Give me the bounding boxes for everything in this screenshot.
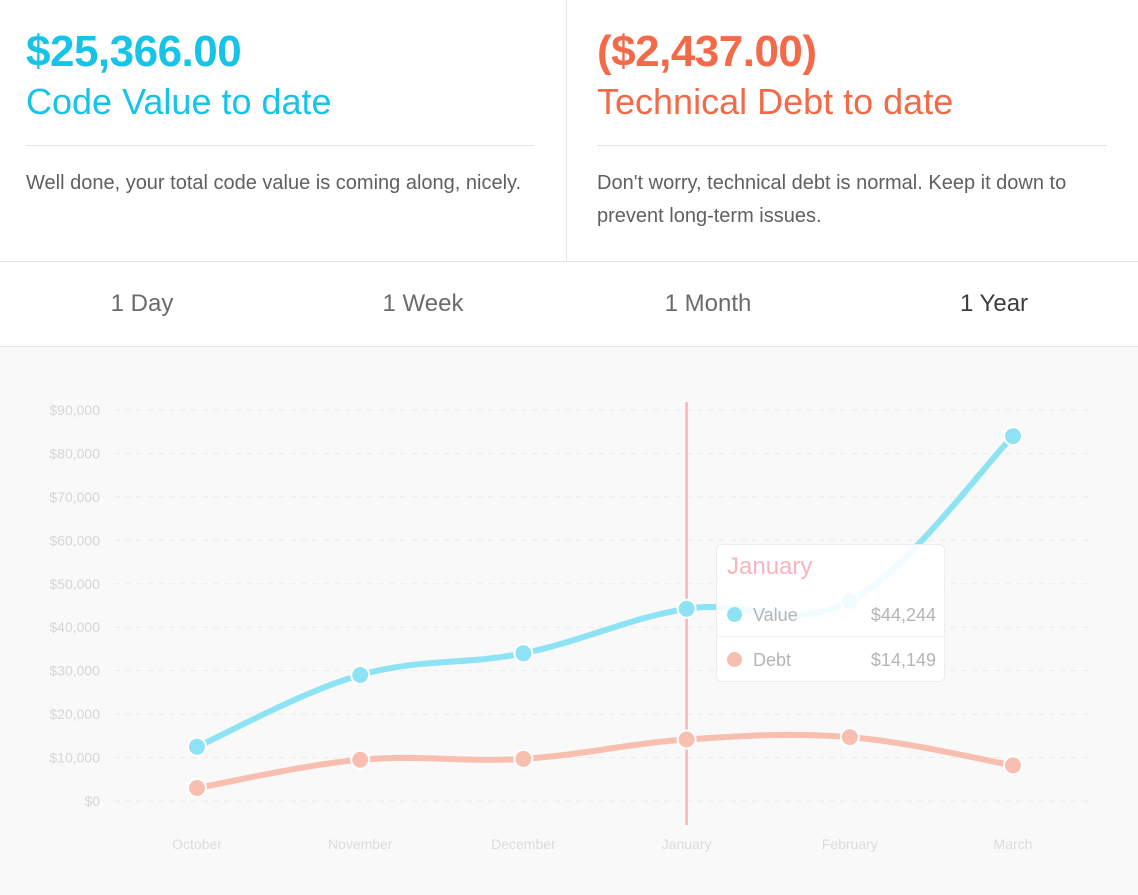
tooltip-amount-debt: $14,149 — [870, 650, 936, 670]
value-data-point — [187, 736, 207, 757]
debt-legend-dot — [727, 652, 742, 667]
debt-data-point — [1003, 755, 1023, 776]
y-tick-label: $90,000 — [49, 402, 100, 418]
code-value-description: Well done, your total code value is comi… — [26, 172, 522, 194]
y-tick-label: $0 — [84, 793, 100, 809]
x-tick-label: January — [662, 836, 712, 852]
chart-tooltip: January Value $44,244 Debt $14,149 — [716, 544, 946, 682]
divider — [26, 145, 534, 146]
time-range-tabs: 1 Day 1 Week 1 Month 1 Year — [0, 262, 1138, 347]
debt-series-line — [194, 731, 1016, 791]
value-data-point — [350, 665, 371, 686]
technical-debt-card: ($2,437.00) Technical Debt to date Don't… — [567, 0, 1138, 262]
code-value-caption: Code Value to date — [26, 81, 332, 122]
summary-panel: $25,366.00 Code Value to date Well done,… — [0, 0, 1138, 262]
line-chart: $0 $10,000 $20,000 $30,000 $40,000 $50,000 $60… — [49, 402, 1090, 852]
debt-data-point — [676, 729, 697, 750]
y-tick-label: $80,000 — [49, 445, 100, 461]
y-tick-label: $60,000 — [49, 532, 100, 548]
value-data-point — [513, 643, 534, 664]
code-value-amount: $25,366.00 — [26, 27, 242, 76]
technical-debt-amount: ($2,437.00) — [597, 27, 817, 76]
tooltip-title: January — [727, 553, 813, 580]
debt-data-point — [513, 748, 534, 769]
x-tick-label: December — [491, 836, 556, 852]
value-legend-dot — [727, 607, 742, 622]
technical-debt-description: Don't worry, technical debt is normal. K… — [597, 172, 1067, 227]
y-tick-label: $20,000 — [49, 706, 100, 722]
value-data-point — [1003, 426, 1023, 447]
divider — [597, 145, 1107, 146]
tab-1-year[interactable]: 1 Year — [852, 262, 1136, 346]
tooltip-row-debt: Debt $14,149 — [717, 638, 946, 682]
tooltip-amount-value: $44,244 — [870, 605, 936, 625]
tooltip-row-value: Value $44,244 — [717, 593, 946, 637]
x-tick-label: March — [994, 836, 1033, 852]
debt-data-point — [839, 727, 860, 748]
chart-area: $0 $10,000 $20,000 $30,000 $40,000 $50,000 $60… — [0, 347, 1138, 895]
y-tick-label: $10,000 — [49, 750, 100, 766]
technical-debt-caption: Technical Debt to date — [597, 81, 954, 122]
y-tick-label: $50,000 — [49, 576, 100, 592]
y-tick-label: $30,000 — [49, 663, 100, 679]
x-tick-label: October — [172, 836, 222, 852]
tooltip-label-debt: Debt — [753, 650, 792, 670]
debt-data-point — [187, 777, 207, 798]
y-tick-label: $70,000 — [49, 489, 100, 505]
code-value-card: $25,366.00 Code Value to date Well done,… — [0, 0, 567, 262]
tooltip-label-value: Value — [753, 605, 798, 625]
debt-data-point — [350, 749, 371, 770]
tab-1-month[interactable]: 1 Month — [566, 262, 850, 346]
y-tick-label: $40,000 — [49, 619, 100, 635]
x-tick-label: November — [328, 836, 393, 852]
tab-1-day[interactable]: 1 Day — [0, 262, 284, 346]
x-tick-label: February — [822, 836, 878, 852]
value-data-point — [676, 598, 697, 619]
tab-1-week[interactable]: 1 Week — [281, 262, 565, 346]
